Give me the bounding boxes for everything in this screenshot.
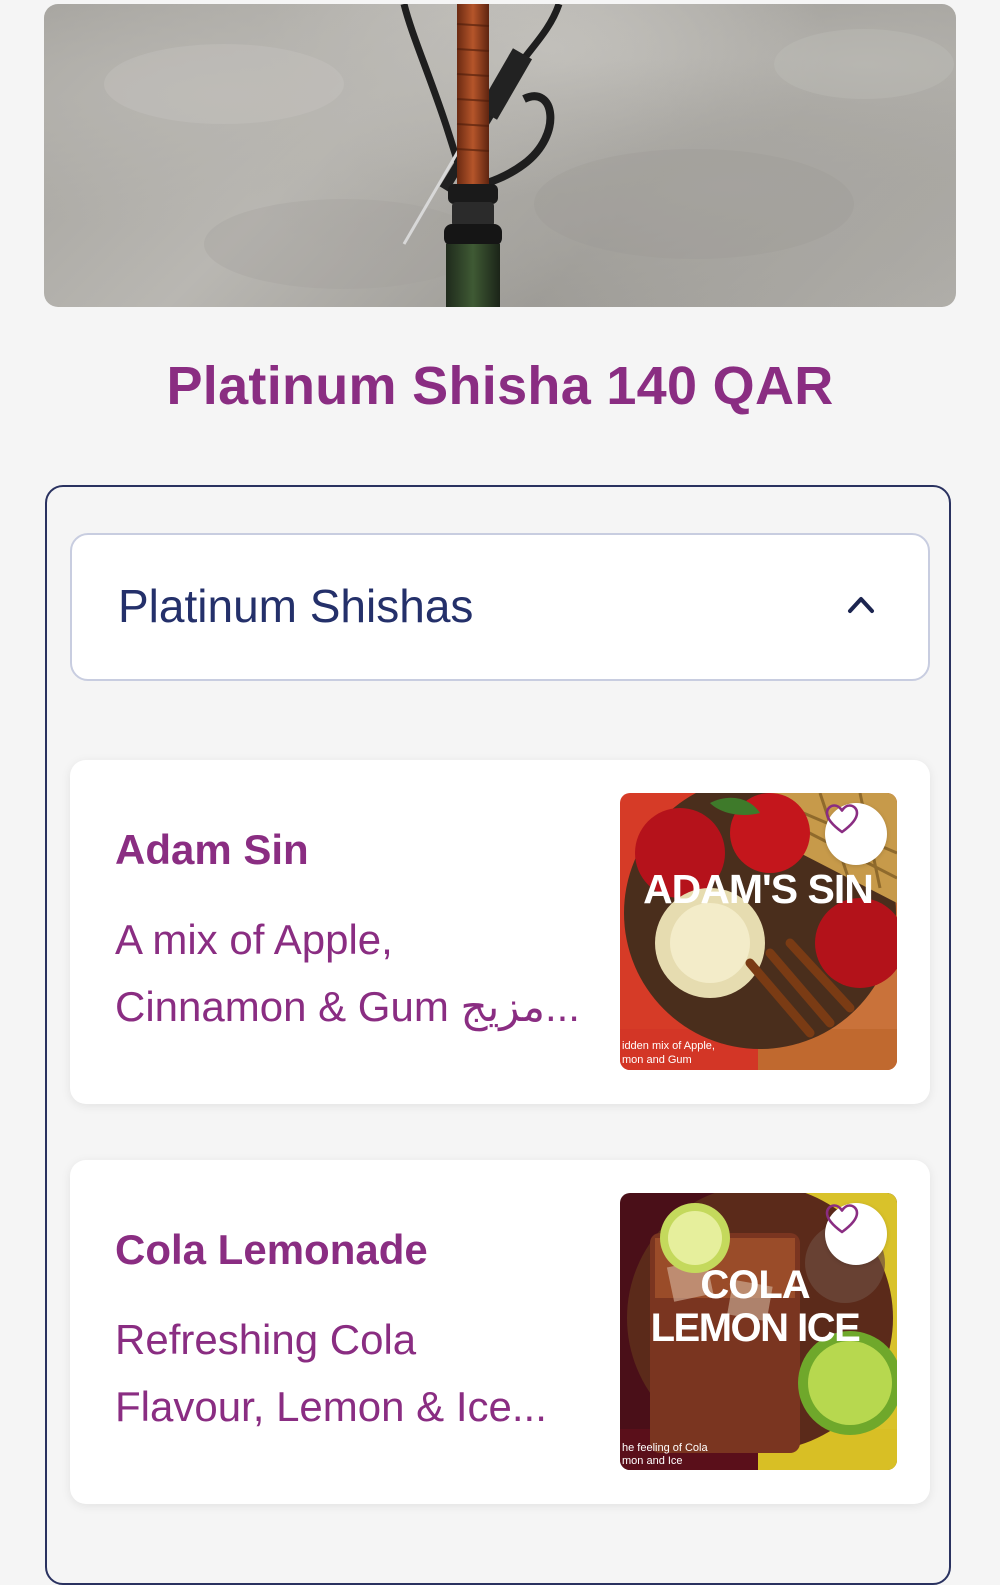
description-line: Cinnamon & Gum مزيج... bbox=[115, 983, 580, 1030]
shisha-photo bbox=[104, 4, 954, 307]
product-description: Refreshing Cola Flavour, Lemon & Ice... bbox=[115, 1306, 605, 1440]
heart-icon bbox=[825, 1204, 859, 1234]
description-line: A mix of Apple, bbox=[115, 916, 393, 963]
hero-image bbox=[44, 4, 956, 307]
image-caption: mon and Ice bbox=[622, 1455, 683, 1467]
category-label: Platinum Shishas bbox=[118, 580, 474, 632]
product-name: Cola Lemonade bbox=[115, 1226, 428, 1273]
product-card[interactable]: Cola Lemonade Refreshing Cola Flavour, L… bbox=[70, 1160, 930, 1504]
image-title: LEMON ICE bbox=[651, 1306, 861, 1350]
heart-icon bbox=[825, 804, 859, 834]
product-image: COLA LEMON ICE he feeling of Cola mon an… bbox=[620, 1193, 897, 1470]
image-caption: idden mix of Apple, bbox=[622, 1040, 715, 1052]
image-title: ADAM'S SIN bbox=[643, 866, 873, 912]
image-title: COLA bbox=[700, 1263, 809, 1307]
image-caption: mon and Gum bbox=[622, 1054, 692, 1066]
product-description: A mix of Apple, Cinnamon & Gum مزيج... bbox=[115, 906, 605, 1040]
favorite-button[interactable] bbox=[825, 1203, 887, 1265]
product-card[interactable]: Adam Sin A mix of Apple, Cinnamon & Gum … bbox=[70, 760, 930, 1104]
product-image: ADAM'S SIN idden mix of Apple, mon and G… bbox=[620, 793, 897, 1070]
description-line: Flavour, Lemon & Ice... bbox=[115, 1383, 547, 1430]
favorite-button[interactable] bbox=[825, 803, 887, 865]
description-line: Refreshing Cola bbox=[115, 1316, 417, 1363]
chevron-up-icon bbox=[848, 597, 874, 613]
page-title: Platinum Shisha 140 QAR bbox=[166, 356, 834, 416]
image-caption: he feeling of Cola bbox=[622, 1442, 708, 1454]
category-accordion-header[interactable]: Platinum Shishas bbox=[70, 533, 930, 681]
product-name: Adam Sin bbox=[115, 826, 309, 873]
